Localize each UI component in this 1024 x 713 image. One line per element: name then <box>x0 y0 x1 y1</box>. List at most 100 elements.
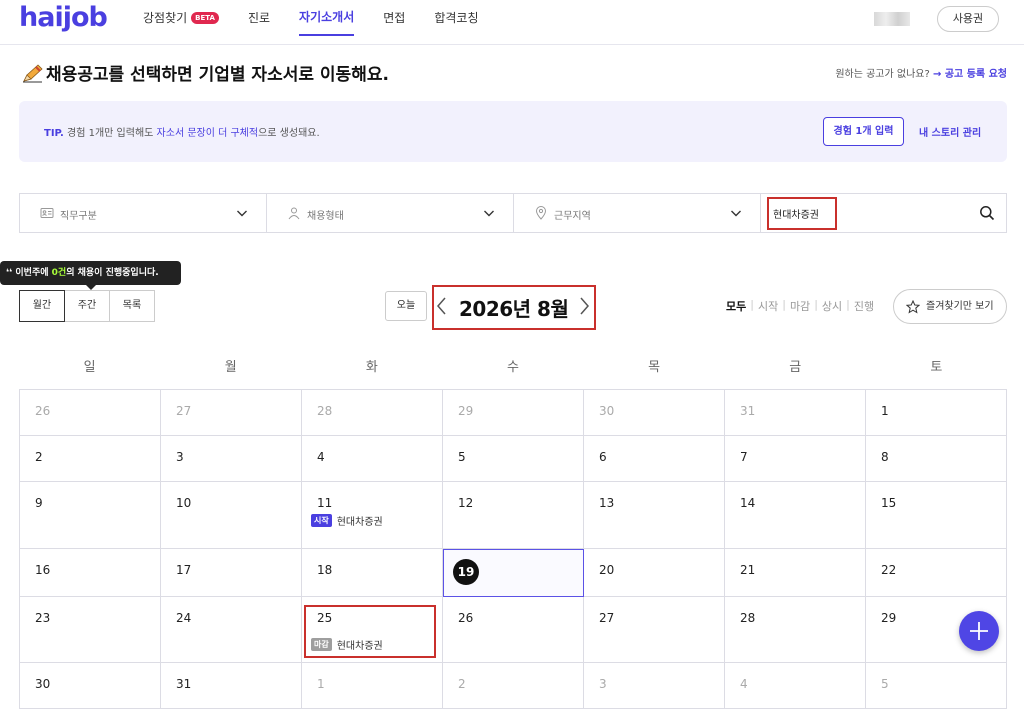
region-select[interactable]: 근무지역 <box>514 194 761 232</box>
month-calendar: 26 27 28 29 30 31 1 2 3 4 5 6 7 8 9 10 11 시작 현대차증권 12 13 14 15… <box>19 389 1008 709</box>
chevron-left-icon[interactable] <box>435 296 449 316</box>
employment-type-select[interactable]: 채용형태 <box>267 194 514 232</box>
page-title-text: 채용공고를 선택하면 기업별 자소서로 이동해요. <box>46 65 389 85</box>
calendar-day[interactable]: 5 <box>866 663 1008 709</box>
day-number: 21 <box>740 563 756 577</box>
view-list-button[interactable]: 목록 <box>109 290 155 322</box>
status-all[interactable]: 모두 <box>726 298 746 314</box>
weekday-label: 월 <box>224 360 237 375</box>
calendar-day[interactable]: 30 <box>20 663 161 709</box>
search-icon[interactable] <box>979 205 995 221</box>
today-button[interactable]: 오늘 <box>385 291 427 321</box>
job-request-link[interactable]: → 공고 등록 요청 <box>933 69 1007 80</box>
day-number: 27 <box>176 404 192 418</box>
calendar-day[interactable]: 24 <box>161 597 302 663</box>
calendar-day[interactable]: 2 <box>443 663 584 709</box>
voucher-button[interactable]: 사용권 <box>937 6 999 32</box>
calendar-day[interactable]: 2 <box>20 436 161 482</box>
pencil-icon <box>23 63 43 82</box>
status-divider: | <box>782 298 786 311</box>
calendar-day[interactable]: 23 <box>20 597 161 663</box>
nav-interview[interactable]: 면접 <box>383 0 405 36</box>
nav-career[interactable]: 진로 <box>248 0 270 36</box>
calendar-day[interactable]: 21 <box>725 549 866 597</box>
calendar-day[interactable]: 14 <box>725 482 866 549</box>
calendar-day[interactable]: 9 <box>20 482 161 549</box>
calendar-day[interactable]: 7 <box>725 436 866 482</box>
calendar-day[interactable]: 26 <box>443 597 584 663</box>
calendar-day[interactable]: 22 <box>866 549 1008 597</box>
calendar-day[interactable]: 3 <box>161 436 302 482</box>
nav-strength[interactable]: 강점찾기 BETA <box>143 0 219 36</box>
day-number: 7 <box>740 450 748 464</box>
day-number: 3 <box>599 677 607 691</box>
day-number: 29 <box>458 404 474 418</box>
day-number: 28 <box>317 404 333 418</box>
add-floating-button[interactable] <box>959 611 999 651</box>
nav-cover-letter[interactable]: 자기소개서 <box>299 0 355 36</box>
day-number: 4 <box>740 677 748 691</box>
calendar-day[interactable]: 4 <box>302 436 443 482</box>
status-always[interactable]: 상시 <box>822 298 842 314</box>
day-number: 8 <box>881 450 889 464</box>
calendar-day[interactable]: 17 <box>161 549 302 597</box>
star-icon <box>906 300 920 314</box>
tooltip-suffix: 의 채용이 진행중입니다. <box>66 268 159 278</box>
calendar-day[interactable]: 30 <box>584 390 725 436</box>
calendar-week: 16 17 18 19 20 21 22 <box>20 549 1008 597</box>
calendar-day[interactable]: 1 <box>302 663 443 709</box>
day-number: 24 <box>176 611 192 625</box>
day-number: 3 <box>176 450 184 464</box>
chevron-right-icon[interactable] <box>577 296 591 316</box>
beta-badge: BETA <box>191 12 219 24</box>
calendar-day[interactable]: 26 <box>20 390 161 436</box>
calendar-day[interactable]: 11 시작 현대차증권 <box>302 482 443 549</box>
weekday-label: 화 <box>365 360 378 375</box>
calendar-day[interactable]: 31 <box>161 663 302 709</box>
calendar-day[interactable]: 6 <box>584 436 725 482</box>
nav-label: 자기소개서 <box>299 10 355 24</box>
day-number: 31 <box>740 404 756 418</box>
add-experience-button[interactable]: 경험 1개 입력 <box>823 117 904 146</box>
chevron-down-icon <box>731 210 741 217</box>
calendar-day[interactable]: 15 <box>866 482 1008 549</box>
calendar-day[interactable]: 28 <box>302 390 443 436</box>
calendar-day[interactable]: 31 <box>725 390 866 436</box>
view-monthly-button[interactable]: 월간 <box>19 290 65 322</box>
calendar-day[interactable]: 8 <box>866 436 1008 482</box>
calendar-day[interactable]: 29 <box>443 390 584 436</box>
status-ongoing[interactable]: 진행 <box>854 298 874 314</box>
calendar-day[interactable]: 20 <box>584 549 725 597</box>
view-weekly-button[interactable]: 주간 <box>64 290 110 322</box>
status-end[interactable]: 마감 <box>790 298 810 314</box>
calendar-day-today[interactable]: 19 <box>443 549 584 597</box>
job-posting-event[interactable]: 시작 현대차증권 <box>311 513 383 528</box>
filter-bar: 직무구분 채용형태 근무지역 <box>19 193 1007 233</box>
calendar-day[interactable]: 28 <box>725 597 866 663</box>
nav-coaching[interactable]: 합격코칭 <box>434 0 478 36</box>
calendar-day[interactable]: 27 <box>161 390 302 436</box>
day-number: 5 <box>458 450 466 464</box>
calendar-day[interactable]: 27 <box>584 597 725 663</box>
calendar-day[interactable]: 12 <box>443 482 584 549</box>
calendar-day[interactable]: 4 <box>725 663 866 709</box>
calendar-day[interactable]: 10 <box>161 482 302 549</box>
status-start[interactable]: 시작 <box>758 298 778 314</box>
calendar-day[interactable]: 5 <box>443 436 584 482</box>
calendar-day[interactable]: 16 <box>20 549 161 597</box>
calendar-day[interactable]: 13 <box>584 482 725 549</box>
calendar-day[interactable]: 18 <box>302 549 443 597</box>
story-manage-link[interactable]: 내 스토리 관리 <box>919 124 981 139</box>
day-number: 1 <box>317 677 325 691</box>
tip-text: TIP. 경험 1개만 입력해도 자소서 문장이 더 구체적으로 생성돼요. <box>44 124 320 139</box>
job-category-select[interactable]: 직무구분 <box>20 194 267 232</box>
view-toggle: 월간 주간 목록 <box>19 290 155 322</box>
weekday-label: 금 <box>789 360 802 375</box>
calendar-day[interactable]: 1 <box>866 390 1008 436</box>
weekday-label: 토 <box>930 360 943 375</box>
calendar-day[interactable]: 3 <box>584 663 725 709</box>
plus-icon <box>970 622 988 640</box>
logo[interactable]: haijob <box>19 2 108 33</box>
day-number: 14 <box>740 496 756 510</box>
favorites-only-button[interactable]: 즐겨찾기만 보기 <box>893 289 1007 324</box>
